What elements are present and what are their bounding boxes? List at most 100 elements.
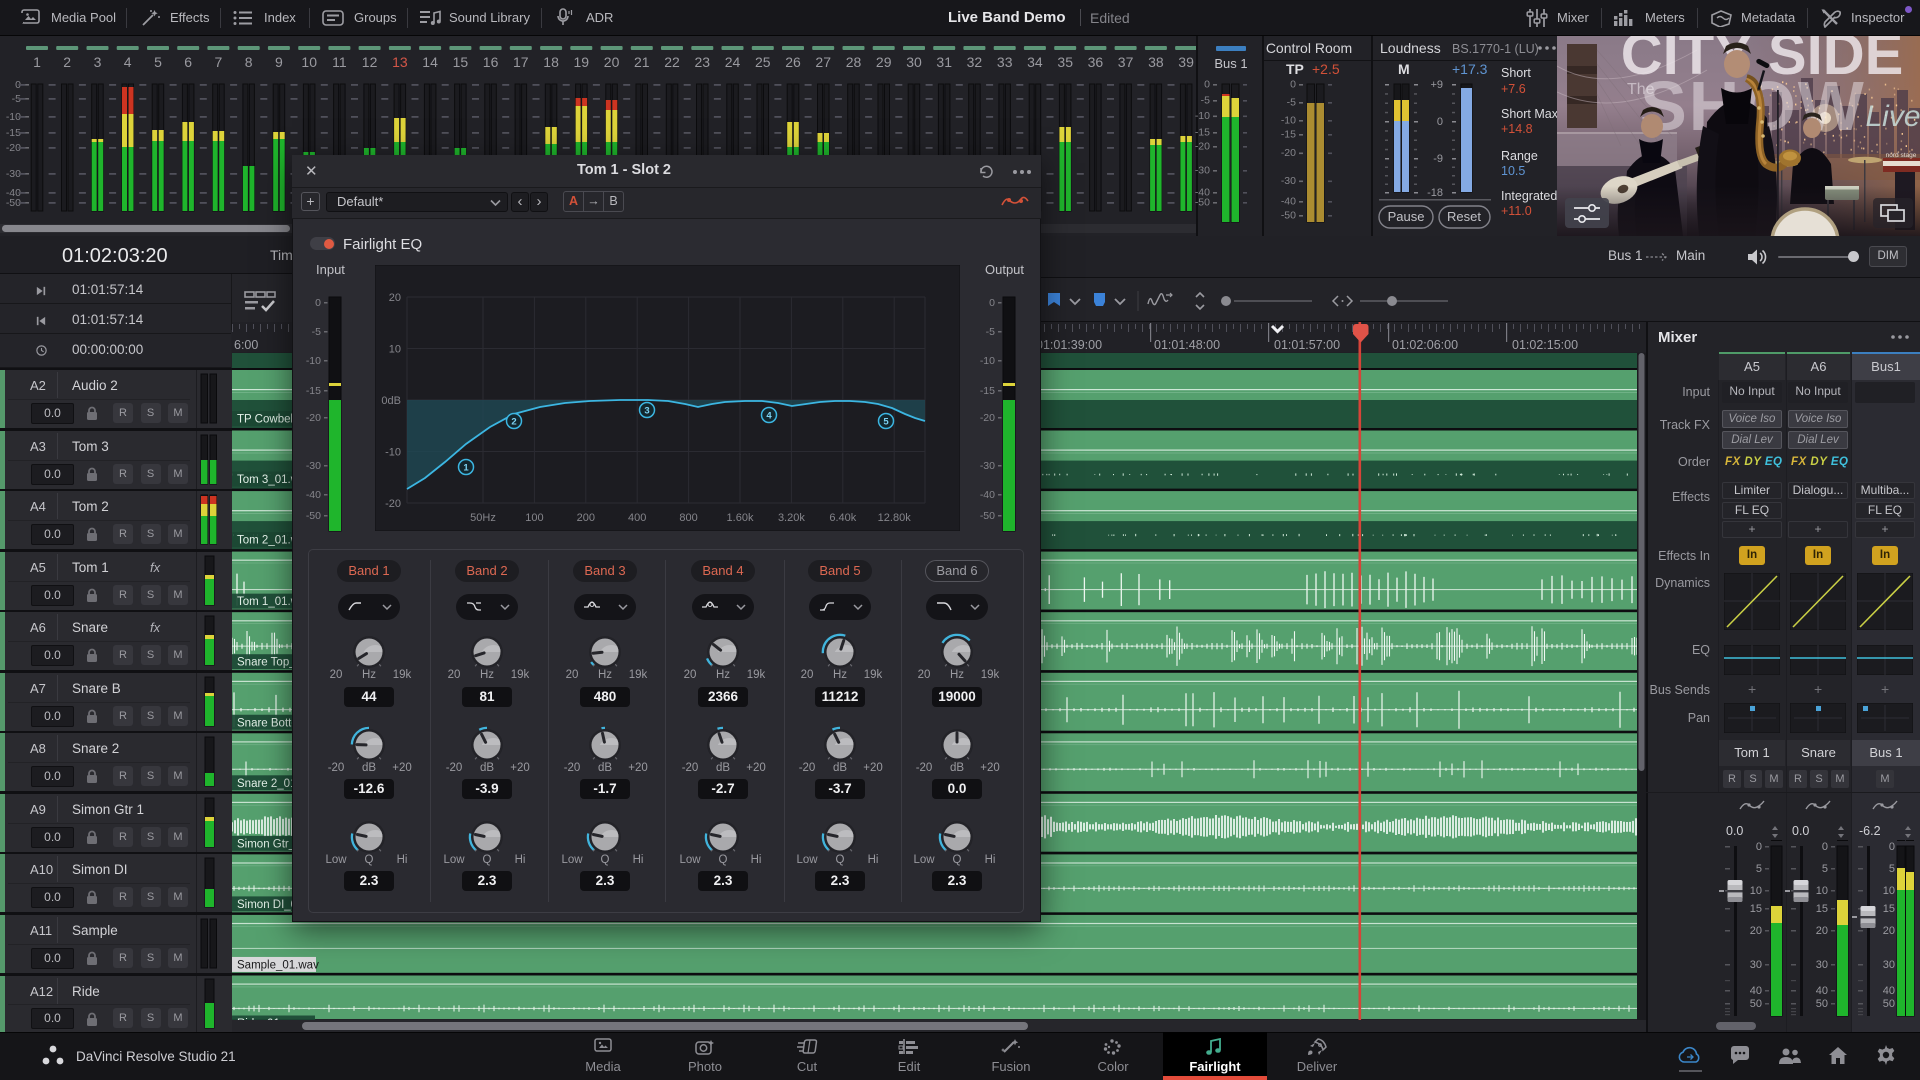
svg-text:-10: -10 — [306, 355, 321, 367]
svg-text:Short Max: Short Max — [1501, 107, 1557, 121]
svg-text:BS.1770-1 (LU): BS.1770-1 (LU) — [1452, 42, 1539, 56]
svg-text:-20: -20 — [385, 498, 401, 510]
svg-text:Loudness: Loudness — [1380, 40, 1441, 56]
svg-text:10: 10 — [301, 54, 317, 70]
svg-text:6: 6 — [184, 54, 192, 70]
svg-text:-5: -5 — [986, 326, 995, 338]
svg-text:3: 3 — [644, 406, 649, 417]
svg-text:36: 36 — [1088, 54, 1104, 70]
svg-text:35: 35 — [1057, 54, 1073, 70]
svg-text:0: 0 — [1204, 79, 1210, 91]
svg-text:13: 13 — [392, 54, 408, 70]
svg-text:-15: -15 — [306, 385, 321, 397]
svg-text:20: 20 — [389, 292, 401, 304]
svg-text:+9: +9 — [1430, 79, 1443, 91]
svg-text:11: 11 — [332, 54, 347, 70]
svg-text:20: 20 — [1816, 925, 1828, 937]
svg-text:23: 23 — [695, 54, 711, 70]
svg-text:-9: -9 — [1433, 153, 1443, 165]
svg-text:4: 4 — [766, 411, 772, 422]
svg-text:5: 5 — [1822, 863, 1828, 875]
svg-text:38: 38 — [1148, 54, 1164, 70]
svg-text:Live: Live — [1865, 100, 1920, 133]
svg-text:0: 0 — [1437, 116, 1443, 128]
svg-text:800: 800 — [679, 512, 697, 524]
svg-text:0: 0 — [1889, 841, 1895, 853]
svg-text:Integrated: Integrated — [1501, 189, 1557, 203]
svg-text:6.40k: 6.40k — [829, 512, 856, 524]
svg-text:0: 0 — [1756, 841, 1762, 853]
svg-text:40: 40 — [1883, 985, 1895, 997]
svg-text:4: 4 — [124, 54, 132, 70]
svg-text:5: 5 — [1889, 863, 1895, 875]
svg-text:0: 0 — [1290, 79, 1296, 91]
svg-text:10: 10 — [1883, 885, 1895, 897]
svg-text:30: 30 — [1883, 959, 1895, 971]
svg-text:Reset: Reset — [1447, 209, 1481, 224]
svg-text:Bus 1: Bus 1 — [1214, 56, 1247, 71]
svg-text:-15: -15 — [1281, 129, 1296, 141]
svg-text:15: 15 — [1750, 903, 1762, 915]
svg-text:21: 21 — [634, 54, 650, 70]
svg-text:-50: -50 — [980, 510, 995, 522]
svg-text:01:01:48:00: 01:01:48:00 — [1154, 338, 1220, 352]
svg-text:-50: -50 — [1195, 197, 1210, 209]
svg-text:M: M — [1398, 61, 1410, 77]
svg-text:Range: Range — [1501, 149, 1538, 163]
svg-text:50: 50 — [1750, 998, 1762, 1010]
svg-text:-20: -20 — [1195, 141, 1210, 153]
svg-text:Control Room: Control Room — [1266, 40, 1352, 56]
svg-text:-40: -40 — [980, 489, 995, 501]
svg-text:25: 25 — [755, 54, 771, 70]
svg-text:19: 19 — [574, 54, 590, 70]
svg-text:-40: -40 — [306, 489, 321, 501]
svg-text:-10: -10 — [385, 447, 401, 459]
svg-text:01:02:06:00: 01:02:06:00 — [1392, 338, 1458, 352]
svg-text:10: 10 — [389, 344, 401, 356]
svg-text:-20: -20 — [980, 412, 995, 424]
svg-text:30: 30 — [1816, 959, 1828, 971]
svg-text:40: 40 — [1816, 985, 1828, 997]
svg-text:-30: -30 — [980, 460, 995, 472]
svg-text:5: 5 — [1756, 863, 1762, 875]
svg-text:Pause: Pause — [1388, 209, 1425, 224]
svg-text:16: 16 — [483, 54, 499, 70]
svg-text:01:01:39:00: 01:01:39:00 — [1036, 338, 1102, 352]
svg-text:0: 0 — [315, 297, 321, 309]
svg-text:17: 17 — [513, 54, 529, 70]
svg-text:400: 400 — [628, 512, 646, 524]
svg-text:-10: -10 — [1281, 115, 1296, 127]
svg-text:TP Cowbell: TP Cowbell — [237, 414, 296, 426]
svg-text:8: 8 — [245, 54, 253, 70]
svg-text:0: 0 — [1822, 841, 1828, 853]
svg-text:26: 26 — [785, 54, 801, 70]
svg-text:5: 5 — [154, 54, 162, 70]
svg-text:37: 37 — [1118, 54, 1134, 70]
svg-text:-10: -10 — [1195, 110, 1210, 122]
svg-text:-20: -20 — [1281, 147, 1296, 159]
svg-text:2: 2 — [63, 54, 71, 70]
svg-text:10.5: 10.5 — [1501, 164, 1525, 178]
svg-text:01:02:15:00: 01:02:15:00 — [1512, 338, 1578, 352]
svg-text:01:01:57:00: 01:01:57:00 — [1274, 338, 1340, 352]
svg-text:20: 20 — [604, 54, 620, 70]
svg-text:-50: -50 — [1281, 210, 1296, 222]
svg-text:20: 20 — [1883, 925, 1895, 937]
svg-text:+11.0: +11.0 — [1501, 204, 1532, 218]
svg-text:-50: -50 — [306, 510, 321, 522]
svg-text:3: 3 — [94, 54, 102, 70]
svg-text:-5: -5 — [1287, 97, 1296, 109]
svg-text:-30: -30 — [1195, 165, 1210, 177]
svg-text:7: 7 — [215, 54, 223, 70]
svg-text:14: 14 — [422, 54, 438, 70]
svg-text:27: 27 — [815, 54, 831, 70]
svg-text:28: 28 — [846, 54, 862, 70]
svg-text:1: 1 — [33, 54, 41, 70]
svg-text:6:00: 6:00 — [234, 338, 258, 352]
svg-text:0: 0 — [989, 297, 995, 309]
svg-text:3.20k: 3.20k — [778, 512, 805, 524]
svg-text:+17.3: +17.3 — [1452, 61, 1488, 77]
svg-text:10: 10 — [1816, 885, 1828, 897]
svg-text:50: 50 — [1883, 998, 1895, 1010]
svg-text:-5: -5 — [1201, 95, 1210, 107]
